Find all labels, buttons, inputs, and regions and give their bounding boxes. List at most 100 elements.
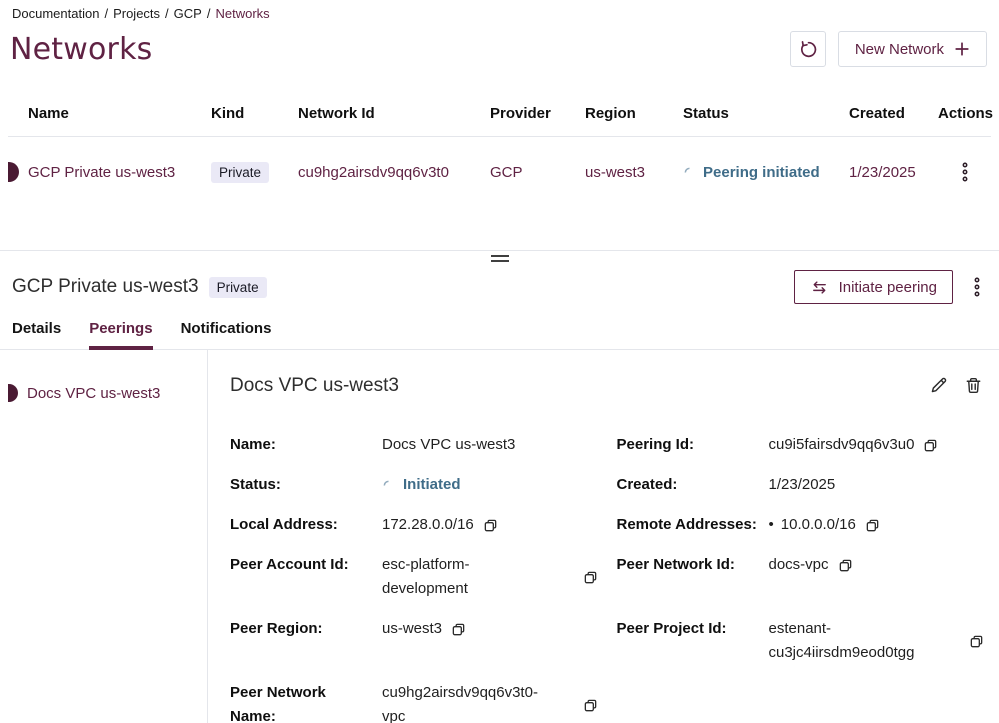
vpc-icon [8,384,18,402]
copy-icon [583,698,598,713]
peerings-sidebar: Docs VPC us-west3 [0,350,208,723]
spinner-icon [683,166,696,179]
field-created: Created: 1/23/2025 [617,473,986,497]
field-peer-region: Peer Region: us-west3 [230,617,599,641]
new-network-label: New Network [855,41,944,58]
copy-peer-network-id-button[interactable] [837,557,854,574]
field-label: Peer Region: [230,617,382,641]
field-value: cu9hg2airsdv9qq6v3t0-vpc [382,681,554,723]
sidebar-item-docs-vpc[interactable]: Docs VPC us-west3 [0,378,207,408]
copy-icon [483,518,498,533]
copy-peer-project-id-button[interactable] [968,633,985,650]
edit-peering-button[interactable] [927,374,950,397]
network-detail-pane: GCP Private us-west3 Private Initiate pe… [0,262,999,723]
status-text: Peering initiated [703,164,820,181]
copy-icon [923,438,938,453]
breadcrumb-separator: / [207,6,211,21]
field-remote-addresses: Remote Addresses: • 10.0.0.0/16 [617,513,986,537]
copy-remote-addresses-button[interactable] [864,517,881,534]
tab-details[interactable]: Details [12,320,61,350]
breadcrumb-separator: / [165,6,169,21]
vpc-icon [8,162,19,182]
spinner-icon [382,479,395,492]
column-header-region: Region [585,93,683,136]
copy-icon [969,634,984,649]
field-peer-network-id: Peer Network Id: docs-vpc [617,553,986,577]
detail-actions-kebab-button[interactable] [969,272,985,302]
tab-peerings[interactable]: Peerings [89,320,152,350]
tab-notifications[interactable]: Notifications [181,320,272,350]
peering-fields: Name: Docs VPC us-west3 Peering Id: cu9i… [230,433,985,723]
breadcrumb-projects[interactable]: Projects [113,6,160,21]
field-label: Remote Addresses: [617,513,769,537]
field-value: us-west3 [382,617,442,641]
pencil-icon [929,376,948,395]
breadcrumb-separator: / [104,6,108,21]
network-table-row[interactable]: GCP Private us-west3 Private cu9hg2airsd… [0,137,999,203]
peering-detail: Docs VPC us-west3 [208,350,999,723]
field-local-address: Local Address: 172.28.0.0/16 [230,513,599,537]
field-value: esc-platform-development [382,553,554,601]
field-value: 10.0.0.0/16 [781,513,856,537]
field-label: Peer Project Id: [617,617,769,641]
peering-heading: Docs VPC us-west3 [230,375,399,397]
copy-icon [451,622,466,637]
breadcrumb-networks: Networks [215,6,269,21]
row-actions-kebab-button[interactable] [957,157,973,187]
field-label: Local Address: [230,513,382,537]
kind-badge: Private [211,162,269,183]
field-label: Peer Account Id: [230,553,382,577]
column-header-kind: Kind [211,93,298,136]
column-header-name: Name [8,93,211,136]
drag-handle[interactable] [480,255,520,262]
plus-icon [954,41,970,57]
field-value: 1/23/2025 [769,473,836,497]
bullet-icon: • [769,513,774,537]
copy-peer-network-name-button[interactable] [582,697,599,714]
copy-local-address-button[interactable] [482,517,499,534]
delete-peering-button[interactable] [962,374,985,397]
kebab-icon [973,276,981,298]
column-header-provider: Provider [490,93,585,136]
breadcrumb-gcp[interactable]: GCP [174,6,202,21]
copy-icon [865,518,880,533]
copy-peering-id-button[interactable] [922,437,939,454]
swap-arrows-icon [810,278,829,297]
network-name-link[interactable]: GCP Private us-west3 [28,164,175,181]
network-id-cell: cu9hg2airsdv9qq6v3t0 [298,164,490,181]
copy-peer-account-id-button[interactable] [582,569,599,586]
field-name: Name: Docs VPC us-west3 [230,433,599,457]
field-peer-account-id: Peer Account Id: esc-platform-developmen… [230,553,599,601]
field-peer-project-id: Peer Project Id: estenant-cu3jc4iirsdm9e… [617,617,986,665]
column-header-status: Status [683,93,849,136]
sidebar-item-label: Docs VPC us-west3 [27,385,160,402]
detail-tabs: Details Peerings Notifications [0,320,999,350]
field-label: Peering Id: [617,433,769,457]
provider-cell: GCP [490,164,585,181]
trash-icon [964,376,983,395]
field-status: Status: Initiated [230,473,599,497]
field-value: cu9i5fairsdv9qq6v3u0 [769,433,915,457]
field-label: Name: [230,433,382,457]
field-label: Created: [617,473,769,497]
field-label: Status: [230,473,382,497]
field-value: 172.28.0.0/16 [382,513,474,537]
network-detail-title: GCP Private us-west3 [12,276,199,298]
field-value: Docs VPC us-west3 [382,433,515,457]
initiate-peering-button[interactable]: Initiate peering [794,270,953,304]
kebab-icon [961,161,969,183]
region-cell: us-west3 [585,164,683,181]
network-detail-kind-badge: Private [209,277,267,298]
field-peer-network-name: Peer Network Name: cu9hg2airsdv9qq6v3t0-… [230,681,599,723]
refresh-button[interactable] [790,31,826,67]
networks-list-pane: Documentation / Projects / GCP / Networks Netw… [0,0,999,250]
refresh-icon [798,39,818,59]
breadcrumb-documentation[interactable]: Documentation [12,6,99,21]
field-value: docs-vpc [769,553,829,577]
pane-divider [0,250,999,251]
new-network-button[interactable]: New Network [838,31,987,67]
copy-peer-region-button[interactable] [450,621,467,638]
field-label: Peer Network Id: [617,553,769,577]
field-label: Peer Network Name: [230,681,382,723]
page-title: Networks [10,32,153,67]
